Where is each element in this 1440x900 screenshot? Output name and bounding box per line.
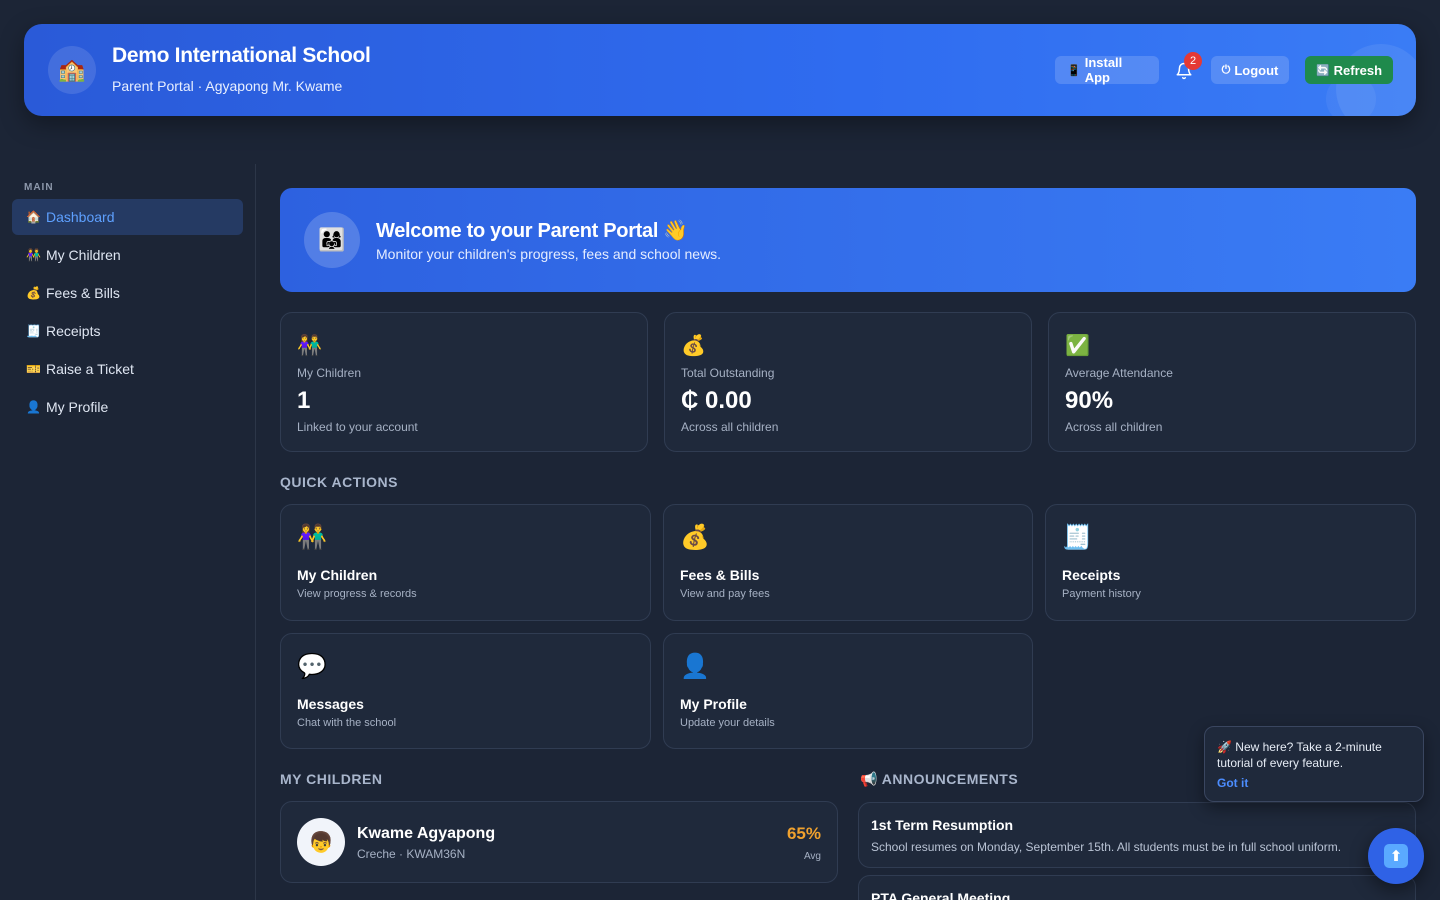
child-average-label: Avg: [803, 851, 821, 862]
announcement-title: PTA General Meeting: [871, 890, 1011, 900]
house-icon: 🏠: [26, 210, 41, 224]
tutorial-popup: 🚀 New here? Take a 2-minute tutorial of …: [1204, 726, 1424, 802]
quick-action-title: My Children: [297, 567, 378, 583]
quick-action-title: Messages: [297, 696, 364, 712]
stat-note: Across all children: [681, 420, 779, 434]
stat-label: Total Outstanding: [681, 366, 775, 380]
quick-action-desc: View and pay fees: [680, 588, 770, 600]
refresh-label: Refresh: [1333, 62, 1383, 78]
stat-card-attendance: ✅ Average Attendance 90% Across all chil…: [1048, 312, 1416, 452]
receipt-icon: 🧾: [26, 324, 41, 338]
quick-action-title: My Profile: [680, 696, 747, 712]
check-mark-icon: ✅: [1065, 335, 1090, 357]
quick-action-messages[interactable]: 💬 Messages Chat with the school: [280, 633, 651, 749]
quick-action-title: Receipts: [1062, 567, 1121, 583]
got-it-button[interactable]: Got it: [1217, 776, 1248, 790]
sidebar-item-label: Dashboard: [46, 209, 115, 225]
announcements-title: 📢 ANNOUNCEMENTS: [860, 771, 1019, 787]
children-icon: 👫: [26, 248, 41, 262]
money-bag-icon: 💰: [680, 524, 710, 551]
child-name: Kwame Agyapong: [357, 825, 496, 842]
quick-action-desc: Chat with the school: [297, 717, 397, 729]
sidebar: MAIN 🏠 Dashboard 👫 My Children 💰 Fees & …: [0, 164, 256, 900]
stat-value: ₵ 0.00: [681, 387, 752, 414]
portal-subtitle: Parent Portal · Agyapong Mr. Kwame: [112, 78, 343, 94]
sidebar-item-label: Receipts: [46, 323, 101, 339]
logout-button[interactable]: ⏻ Logout: [1211, 56, 1289, 84]
family-icon: 👨‍👩‍👧: [304, 212, 360, 268]
quick-action-fees-bills[interactable]: 💰 Fees & Bills View and pay fees: [663, 504, 1033, 621]
sidebar-item-label: Fees & Bills: [46, 285, 120, 301]
child-card[interactable]: 👦 Kwame Agyapong Creche · KWAM36N 65% Av…: [280, 801, 838, 883]
sidebar-item-dashboard[interactable]: 🏠 Dashboard: [12, 199, 243, 235]
stat-card-outstanding: 💰 Total Outstanding ₵ 0.00 Across all ch…: [664, 312, 1032, 452]
announcement-desc: School resumes on Monday, September 15th…: [871, 840, 1342, 854]
stat-label: Average Attendance: [1065, 366, 1173, 380]
user-icon: 👤: [26, 400, 41, 414]
money-bag-icon: 💰: [681, 335, 706, 357]
sidebar-item-label: My Profile: [46, 399, 109, 415]
refresh-icon: 🔄: [1315, 64, 1330, 77]
sidebar-item-my-profile[interactable]: 👤 My Profile: [12, 389, 243, 425]
ticket-icon: 🎫: [26, 362, 41, 376]
quick-action-receipts[interactable]: 🧾 Receipts Payment history: [1045, 504, 1416, 621]
stat-note: Linked to your account: [297, 420, 418, 434]
child-avatar-icon: 👦: [297, 818, 345, 866]
stat-value: 1: [297, 387, 311, 414]
children-icon: 👫: [297, 335, 322, 357]
speech-bubble-icon: 💬: [297, 653, 327, 680]
child-meta: Creche · KWAM36N: [357, 847, 466, 861]
sidebar-item-label: My Children: [46, 247, 121, 263]
refresh-button[interactable]: 🔄 Refresh: [1305, 56, 1393, 84]
quick-action-desc: View progress & records: [297, 588, 417, 600]
sidebar-item-fees-bills[interactable]: 💰 Fees & Bills: [12, 275, 243, 311]
welcome-banner: 👨‍👩‍👧 Welcome to your Parent Portal 👋 Mo…: [280, 188, 1416, 292]
receipt-icon: 🧾: [1062, 524, 1092, 551]
tutorial-message: 🚀 New here? Take a 2-minute tutorial of …: [1217, 740, 1382, 770]
money-bag-icon: 💰: [26, 286, 41, 300]
install-app-label: Install App: [1084, 55, 1123, 85]
user-icon: 👤: [680, 653, 710, 680]
quick-action-my-children[interactable]: 👫 My Children View progress & records: [280, 504, 651, 621]
welcome-subtitle: Monitor your children's progress, fees a…: [376, 246, 722, 262]
stat-note: Across all children: [1065, 420, 1163, 434]
quick-action-my-profile[interactable]: 👤 My Profile Update your details: [663, 633, 1033, 749]
child-average: 65%: [786, 824, 821, 843]
announcement-title: 1st Term Resumption: [871, 817, 1014, 833]
top-header: 🏫 Demo International School Parent Porta…: [24, 24, 1416, 116]
school-name: Demo International School: [112, 44, 371, 67]
install-app-button[interactable]: 📱 Install App: [1055, 55, 1159, 85]
school-logo-icon: 🏫: [48, 46, 96, 94]
power-icon: ⏻: [1221, 63, 1231, 76]
quick-action-desc: Update your details: [680, 717, 775, 729]
my-children-title: MY CHILDREN: [280, 771, 383, 787]
children-icon: 👫: [297, 524, 327, 551]
announcement-item[interactable]: PTA General Meeting: [858, 875, 1416, 900]
arrow-up-icon: ⬆: [1384, 844, 1408, 868]
quick-action-title: Fees & Bills: [680, 567, 760, 583]
announcement-item[interactable]: 1st Term Resumption School resumes on Mo…: [858, 802, 1416, 868]
quick-action-desc: Payment history: [1062, 588, 1141, 600]
quick-actions-title: QUICK ACTIONS: [280, 474, 398, 490]
sidebar-item-receipts[interactable]: 🧾 Receipts: [12, 313, 243, 349]
sidebar-item-label: Raise a Ticket: [46, 361, 134, 377]
sidebar-item-my-children[interactable]: 👫 My Children: [12, 237, 243, 273]
sidebar-section-label: MAIN: [24, 182, 54, 193]
scroll-top-button[interactable]: ⬆: [1368, 828, 1424, 884]
phone-icon: 📱: [1067, 64, 1081, 77]
notification-count-badge: 2: [1184, 52, 1202, 70]
welcome-title: Welcome to your Parent Portal 👋: [376, 220, 688, 242]
logout-label: Logout: [1234, 62, 1279, 78]
stat-label: My Children: [297, 366, 362, 380]
sidebar-item-raise-ticket[interactable]: 🎫 Raise a Ticket: [12, 351, 243, 387]
stat-card-children: 👫 My Children 1 Linked to your account: [280, 312, 648, 452]
stat-value: 90%: [1065, 387, 1114, 414]
